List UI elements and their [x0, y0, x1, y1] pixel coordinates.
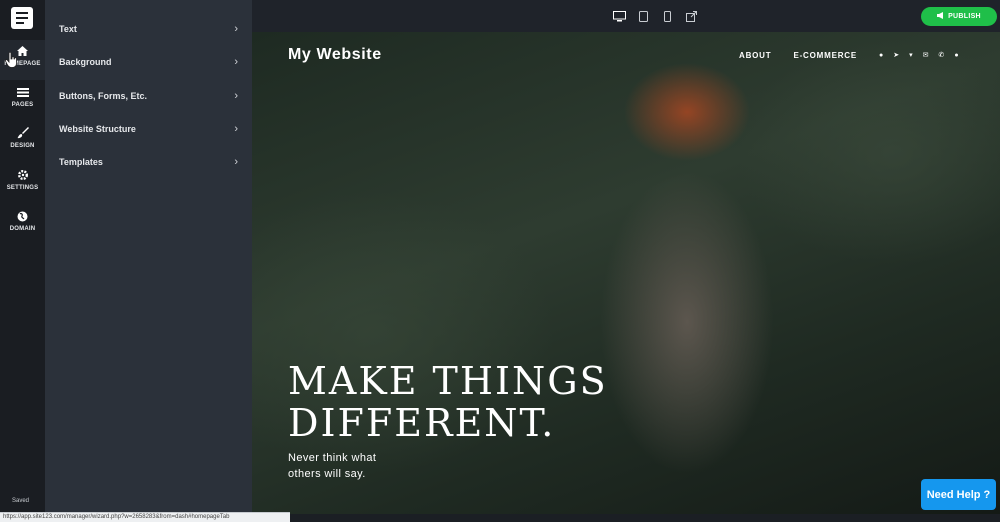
- megaphone-icon: [937, 12, 945, 21]
- nav-about[interactable]: ABOUT: [739, 51, 771, 60]
- user-icon[interactable]: ●: [954, 52, 958, 59]
- gear-icon: [16, 168, 30, 182]
- chevron-right-icon: ›: [234, 89, 238, 102]
- sidebar-item-label: PAGES: [11, 102, 34, 108]
- browser-status-url: https://app.site123.com/manager/wizard.p…: [0, 512, 290, 522]
- desktop-icon[interactable]: [613, 9, 626, 22]
- chevron-right-icon: ›: [234, 22, 238, 35]
- external-link-icon[interactable]: [685, 9, 698, 22]
- app-window: HOMEPAGE PAGES DESIGN SETTINGS DOMAIN Sa…: [0, 0, 1000, 522]
- editor-topbar: PUBLISH: [252, 0, 1000, 32]
- panel-item-background[interactable]: Background ›: [45, 45, 252, 78]
- sidebar-item-pages[interactable]: PAGES: [0, 81, 45, 121]
- sidebar-item-design[interactable]: DESIGN: [0, 122, 45, 162]
- panel-item-website-structure[interactable]: Website Structure ›: [45, 112, 252, 145]
- saved-status: Saved: [12, 498, 30, 504]
- sidebar-item-label: DESIGN: [10, 143, 35, 149]
- publish-button[interactable]: PUBLISH: [921, 7, 997, 26]
- nav-ecommerce[interactable]: E-COMMERCE: [793, 51, 857, 60]
- device-switcher: [613, 9, 698, 22]
- design-options-panel: Text › Background › Buttons, Forms, Etc.…: [45, 0, 252, 522]
- chevron-right-icon: ›: [234, 55, 238, 68]
- sidebar-item-label: SETTINGS: [6, 185, 39, 191]
- hand-cursor-icon: [5, 52, 17, 68]
- brush-icon: [16, 126, 30, 140]
- globe-icon[interactable]: ●: [879, 52, 883, 59]
- need-help-button[interactable]: Need Help ?: [921, 479, 996, 510]
- home-icon: [16, 44, 30, 58]
- app-logo-icon[interactable]: [11, 7, 33, 29]
- panel-item-templates[interactable]: Templates ›: [45, 145, 252, 178]
- chevron-right-icon: ›: [234, 155, 238, 168]
- panel-item-text[interactable]: Text ›: [45, 12, 252, 45]
- location-arrow-icon[interactable]: ➤: [893, 52, 899, 59]
- hero-title[interactable]: MAKE THINGS DIFFERENT.: [288, 360, 608, 444]
- mail-icon[interactable]: ✉: [923, 52, 929, 59]
- left-rail: HOMEPAGE PAGES DESIGN SETTINGS DOMAIN Sa…: [0, 0, 45, 522]
- pages-icon: [16, 85, 30, 99]
- tablet-icon[interactable]: [637, 9, 650, 22]
- mobile-icon[interactable]: [661, 9, 674, 22]
- hero-subtitle[interactable]: Never think what others will say.: [288, 450, 428, 482]
- phone-icon[interactable]: ✆: [939, 52, 945, 59]
- sidebar-item-domain[interactable]: DOMAIN: [0, 205, 45, 245]
- cart-icon[interactable]: ▾: [909, 52, 913, 59]
- site-nav: ABOUT E-COMMERCE ● ➤ ▾ ✉ ✆ ●: [739, 51, 959, 60]
- site-title[interactable]: My Website: [288, 46, 382, 64]
- globe-icon: [16, 209, 30, 223]
- chevron-right-icon: ›: [234, 122, 238, 135]
- sidebar-item-settings[interactable]: SETTINGS: [0, 164, 45, 204]
- website-preview[interactable]: My Website ABOUT E-COMMERCE ● ➤ ▾ ✉ ✆ ● …: [252, 32, 1000, 514]
- panel-item-buttons-forms[interactable]: Buttons, Forms, Etc. ›: [45, 79, 252, 112]
- sidebar-item-label: DOMAIN: [9, 226, 36, 232]
